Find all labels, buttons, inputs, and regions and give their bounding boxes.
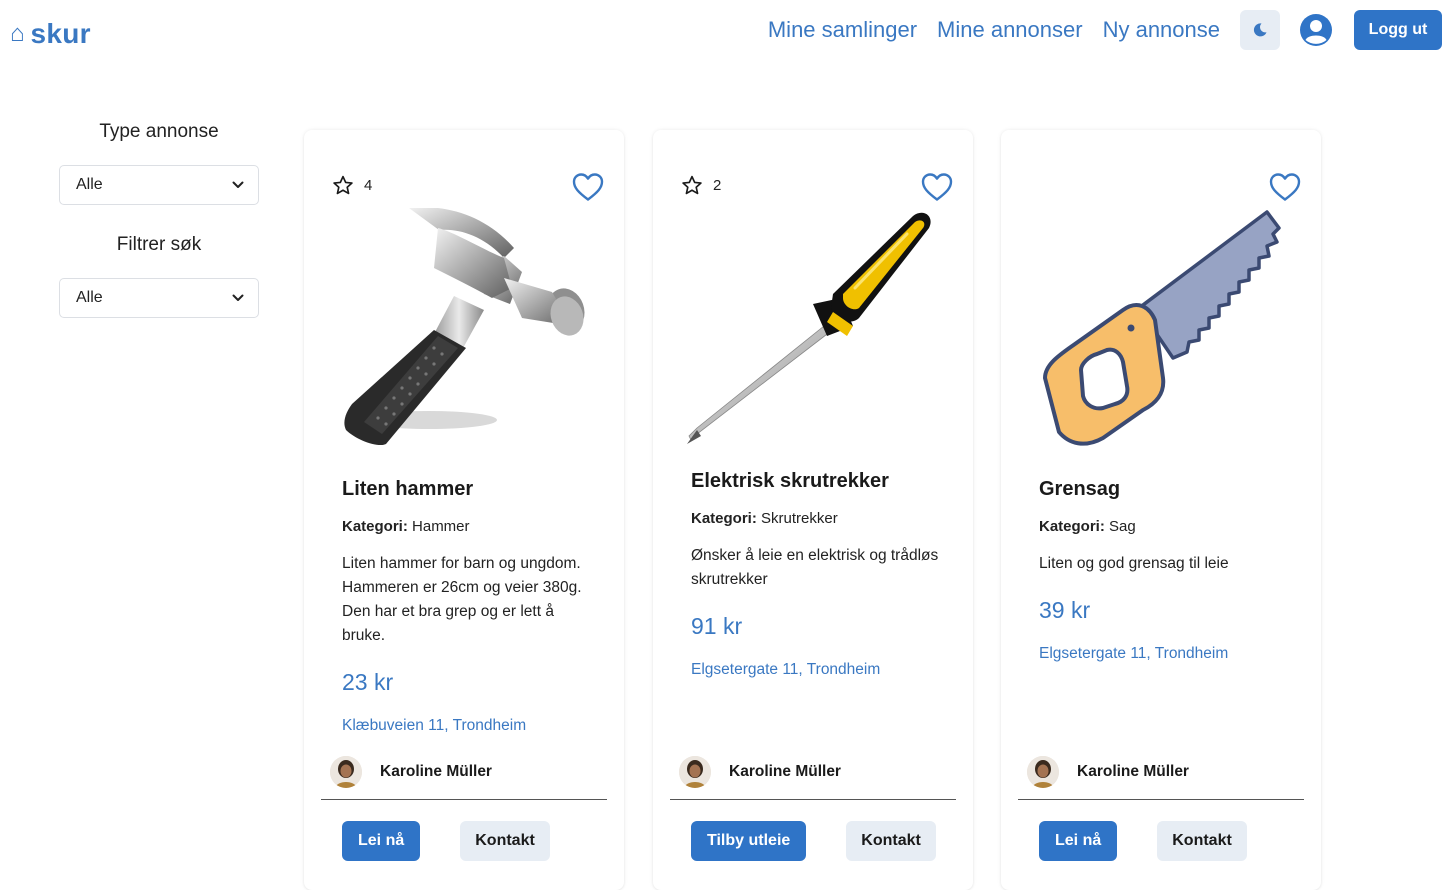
ad-type-label: Type annonse xyxy=(99,121,219,142)
filter-search-select[interactable]: Alle xyxy=(59,278,259,318)
owner-name[interactable]: Karoline Müller xyxy=(729,763,841,781)
card-divider xyxy=(670,799,956,800)
card-divider xyxy=(1018,799,1304,800)
star-icon xyxy=(333,175,353,195)
nav-my-ads[interactable]: Mine annonser xyxy=(937,12,1083,48)
listing-image xyxy=(683,208,943,448)
moon-icon xyxy=(1253,23,1267,37)
listing-description: Ønsker å leie en elektrisk og trådløs sk… xyxy=(691,547,939,588)
saw-icon xyxy=(1043,210,1281,446)
rent-now-button[interactable]: Lei nå xyxy=(342,821,421,861)
listing-image xyxy=(1031,208,1291,448)
favorite-heart-icon[interactable] xyxy=(572,172,604,202)
rating: 4 xyxy=(332,175,372,196)
rating-count: 2 xyxy=(713,177,722,194)
owner-name[interactable]: Karoline Müller xyxy=(380,763,492,781)
listing-category: Kategori: Skrutrekker xyxy=(691,510,838,527)
owner-info: Karoline Müller xyxy=(679,756,841,788)
listing-price: 91 kr xyxy=(691,613,743,639)
listing-address[interactable]: Elgsetergate 11, Trondheim xyxy=(1039,642,1291,666)
contact-button[interactable]: Kontakt xyxy=(1157,821,1247,861)
filter-search-value: Alle xyxy=(76,289,103,306)
user-avatar-icon xyxy=(1300,14,1332,46)
listing-address[interactable]: Klæbuveien 11, Trondheim xyxy=(342,714,594,738)
rating-count: 4 xyxy=(364,177,373,194)
home-logo-link[interactable]: ⌂ skur xyxy=(10,16,91,52)
profile-button[interactable] xyxy=(1298,12,1334,48)
listing-description: Liten hammer for barn og ungdom. Hammere… xyxy=(342,555,582,644)
chevron-down-icon xyxy=(232,294,244,301)
owner-info: Karoline Müller xyxy=(1027,756,1189,788)
star-icon xyxy=(682,175,702,195)
rating: 2 xyxy=(681,175,721,196)
ad-type-value: Alle xyxy=(76,176,103,193)
logo-text: skur xyxy=(30,18,91,49)
listing-address[interactable]: Elgsetergate 11, Trondheim xyxy=(691,658,943,682)
contact-button[interactable]: Kontakt xyxy=(460,821,550,861)
filter-search-label: Filtrer søk xyxy=(116,234,202,255)
listing-title[interactable]: Grensag xyxy=(1039,476,1291,502)
nav-my-collections[interactable]: Mine samlinger xyxy=(768,12,917,48)
listing-price: 23 kr xyxy=(342,669,394,695)
card-actions: Tilby utleie Kontakt xyxy=(691,821,936,861)
nav-new-ad[interactable]: Ny annonse xyxy=(1103,12,1220,48)
screwdriver-icon xyxy=(687,212,931,444)
listing-title[interactable]: Liten hammer xyxy=(342,476,594,502)
theme-toggle-button[interactable] xyxy=(1240,10,1280,50)
owner-info: Karoline Müller xyxy=(330,756,492,788)
listing-details: Elektrisk skrutrekker Kategori: Skrutrek… xyxy=(691,468,943,682)
card-actions: Lei nå Kontakt xyxy=(1039,821,1247,861)
top-navbar: ⌂ skur Mine samlinger Mine annonser Ny a… xyxy=(0,0,1452,70)
listing-image xyxy=(334,208,594,448)
listing-description: Liten og god grensag til leie xyxy=(1039,555,1229,572)
card-divider xyxy=(321,799,607,800)
hammer-icon xyxy=(344,208,585,446)
chevron-down-icon xyxy=(232,181,244,188)
listing-card[interactable]: Grensag Kategori: Sag Liten og god grens… xyxy=(1001,130,1321,890)
listing-card[interactable]: 2 Elektrisk skrutrekker Kategori: Skrutr… xyxy=(653,130,973,890)
offer-rental-button[interactable]: Tilby utleie xyxy=(691,821,807,861)
home-icon: ⌂ xyxy=(10,20,25,47)
filter-sidebar: Type annonse Alle Filtrer søk Alle xyxy=(59,118,259,318)
ad-type-select[interactable]: Alle xyxy=(59,165,259,205)
listing-title[interactable]: Elektrisk skrutrekker xyxy=(691,468,943,494)
rent-now-button[interactable]: Lei nå xyxy=(1039,821,1118,861)
listing-category: Kategori: Hammer xyxy=(342,518,470,535)
contact-button[interactable]: Kontakt xyxy=(846,821,936,861)
nav-links: Mine samlinger Mine annonser Ny annonse … xyxy=(768,10,1442,50)
avatar xyxy=(1027,756,1059,788)
avatar xyxy=(679,756,711,788)
listing-card[interactable]: 4 Liten hammer Kategori: Hammer Liten ha… xyxy=(304,130,624,890)
listing-details: Liten hammer Kategori: Hammer Liten hamm… xyxy=(342,476,594,738)
owner-name[interactable]: Karoline Müller xyxy=(1077,763,1189,781)
listing-details: Grensag Kategori: Sag Liten og god grens… xyxy=(1039,476,1291,666)
favorite-heart-icon[interactable] xyxy=(921,172,953,202)
listing-category: Kategori: Sag xyxy=(1039,518,1136,535)
avatar xyxy=(330,756,362,788)
card-actions: Lei nå Kontakt xyxy=(342,821,550,861)
logout-button[interactable]: Logg ut xyxy=(1354,10,1442,50)
favorite-heart-icon[interactable] xyxy=(1269,172,1301,202)
listing-price: 39 kr xyxy=(1039,597,1091,623)
